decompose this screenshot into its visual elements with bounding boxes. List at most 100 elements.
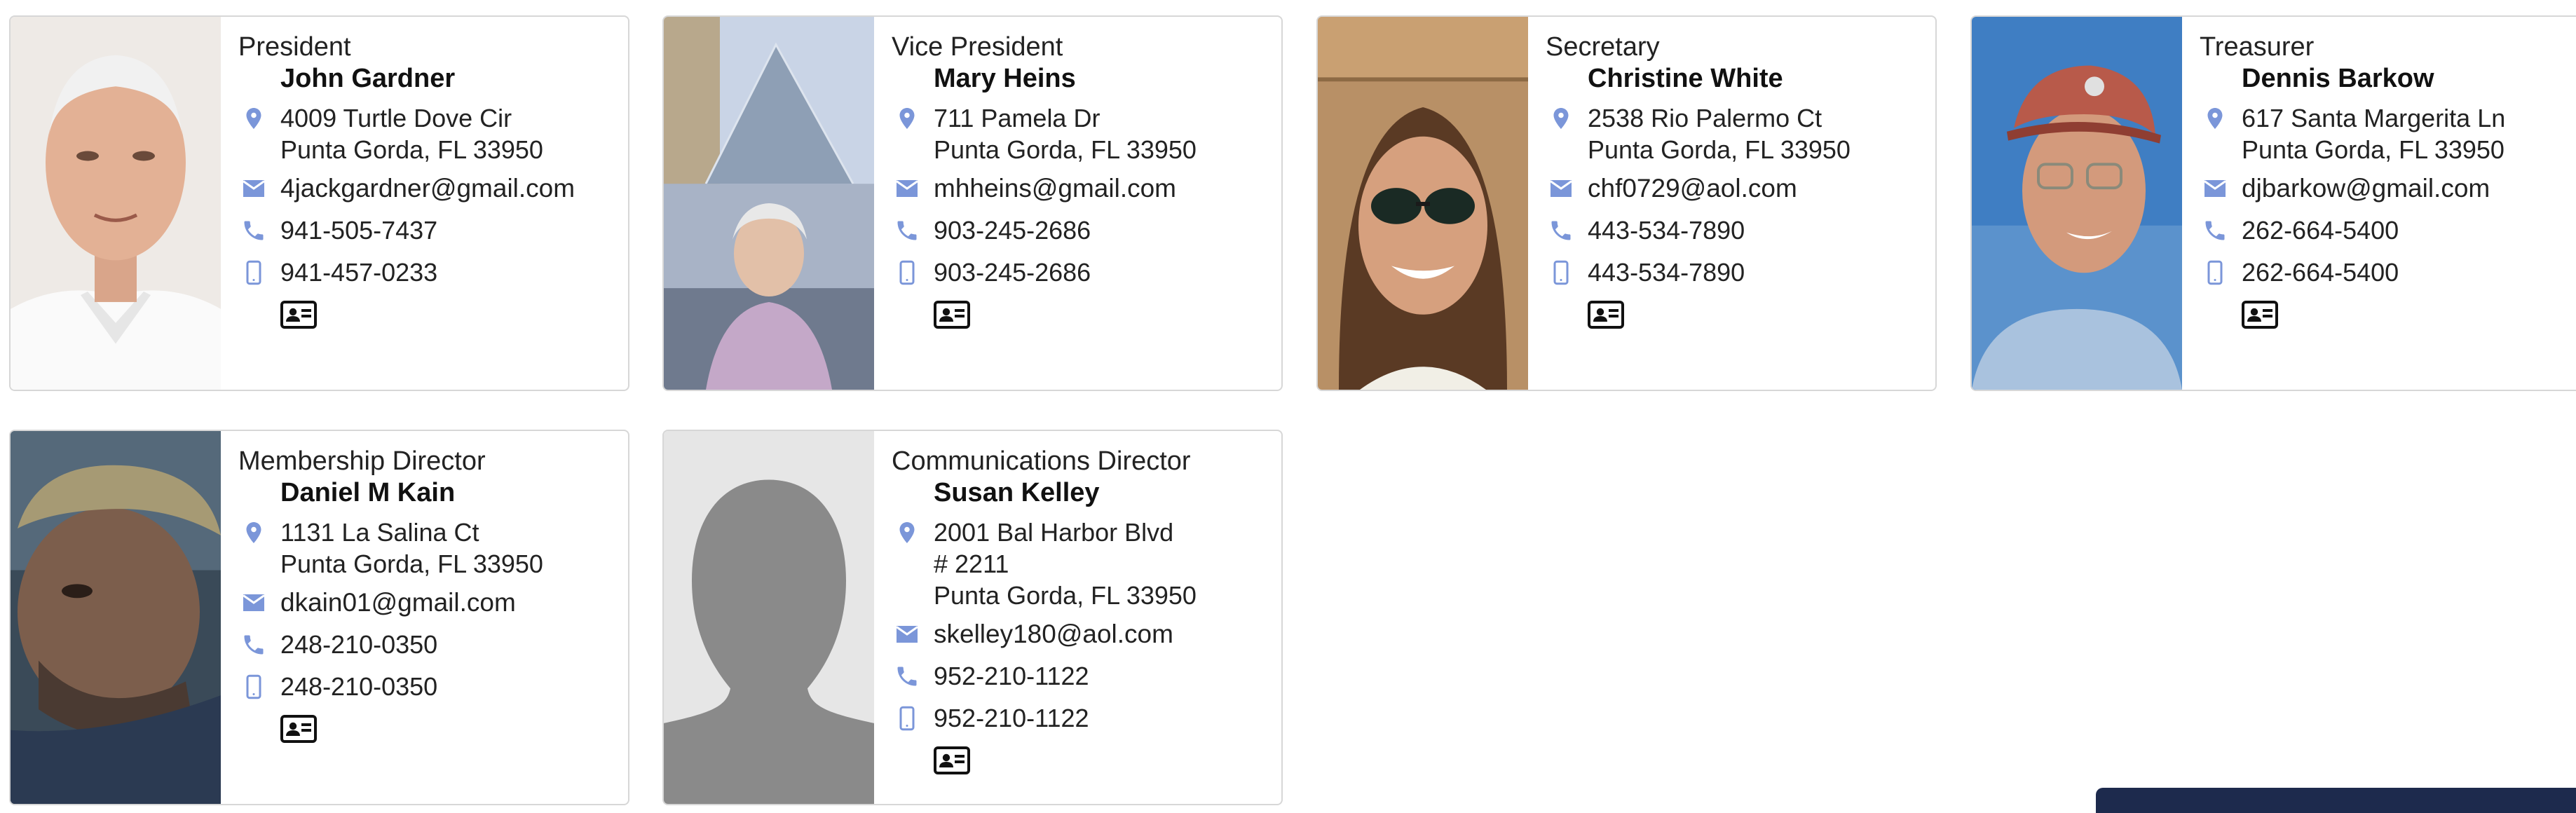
phone-text: 443-534-7890 — [1588, 216, 1745, 245]
chat-widget-bar[interactable] — [2096, 788, 2576, 813]
email-link[interactable]: dkain01@gmail.com — [238, 587, 622, 618]
address-block[interactable]: 617 Santa Margerita Ln Punta Gorda, FL 3… — [2200, 102, 2576, 165]
officer-name: Christine White — [1588, 64, 1783, 93]
address-block[interactable]: 1131 La Salina Ct Punta Gorda, FL 33950 — [238, 517, 622, 580]
officer-role: Treasurer — [2200, 32, 2315, 62]
contact-card-icon[interactable] — [2242, 301, 2278, 329]
officer-photo — [664, 431, 874, 804]
officer-card: Membership Director Daniel M Kain 1131 L… — [9, 430, 629, 805]
map-pin-icon — [894, 520, 920, 545]
phone-text: 941-505-7437 — [280, 216, 438, 245]
phone-icon — [241, 218, 266, 243]
address-line: 2538 Rio Palermo Ct — [1588, 104, 1822, 132]
address-city-line: Punta Gorda, FL 33950 — [934, 135, 1197, 164]
officer-card: Treasurer Dennis Barkow 617 Santa Marger… — [1970, 15, 2576, 391]
contact-card-icon[interactable] — [934, 301, 970, 329]
phone-link[interactable]: 248-210-0350 — [238, 629, 622, 660]
address-city-line: Punta Gorda, FL 33950 — [934, 581, 1197, 610]
officer-info: President John Gardner 4009 Turtle Dove … — [238, 31, 622, 390]
mobile-text: 903-245-2686 — [934, 258, 1091, 287]
address-city-line: Punta Gorda, FL 33950 — [280, 135, 543, 164]
officer-photo — [11, 17, 221, 390]
phone-text: 248-210-0350 — [280, 630, 438, 659]
mobile-phone-icon — [241, 260, 266, 285]
contact-card-icon[interactable] — [280, 715, 317, 743]
officer-photo — [664, 17, 874, 390]
phone-icon — [241, 632, 266, 657]
officer-card: Communications Director Susan Kelley 200… — [662, 430, 1283, 805]
address-city-line: Punta Gorda, FL 33950 — [1588, 135, 1851, 164]
address-unit-line: # 2211 — [934, 549, 1009, 578]
envelope-icon — [241, 590, 266, 615]
officer-info: Membership Director Daniel M Kain 1131 L… — [238, 445, 622, 804]
mobile-phone-icon — [1548, 260, 1574, 285]
contact-card-icon[interactable] — [280, 301, 317, 329]
address-block[interactable]: 4009 Turtle Dove Cir Punta Gorda, FL 339… — [238, 102, 622, 165]
mobile-link[interactable]: 248-210-0350 — [238, 671, 622, 702]
mobile-phone-icon — [2202, 260, 2228, 285]
officer-name: John Gardner — [280, 64, 456, 93]
mobile-text: 952-210-1122 — [934, 704, 1089, 732]
mobile-text: 443-534-7890 — [1588, 258, 1745, 287]
mobile-link[interactable]: 941-457-0233 — [238, 257, 622, 288]
phone-link[interactable]: 443-534-7890 — [1546, 214, 1930, 246]
phone-link[interactable]: 941-505-7437 — [238, 214, 622, 246]
phone-link[interactable]: 903-245-2686 — [892, 214, 1276, 246]
envelope-icon — [894, 176, 920, 201]
map-pin-icon — [1548, 106, 1574, 131]
email-link[interactable]: djbarkow@gmail.com — [2200, 172, 2576, 204]
email-link[interactable]: mhheins@gmail.com — [892, 172, 1276, 204]
officer-role: Secretary — [1546, 32, 1660, 62]
officer-photo — [1318, 17, 1528, 390]
address-line: 2001 Bal Harbor Blvd — [934, 518, 1174, 547]
phone-icon — [2202, 218, 2228, 243]
contact-card-icon[interactable] — [1588, 301, 1624, 329]
envelope-icon — [241, 176, 266, 201]
envelope-icon — [1548, 176, 1574, 201]
officer-info: Secretary Christine White 2538 Rio Paler… — [1546, 31, 1930, 390]
map-pin-icon — [2202, 106, 2228, 131]
officer-role: Communications Director — [892, 446, 1191, 476]
email-text: 4jackgardner@gmail.com — [280, 174, 575, 203]
address-block[interactable]: 711 Pamela Dr Punta Gorda, FL 33950 — [892, 102, 1276, 165]
mobile-phone-icon — [894, 706, 920, 731]
contact-card-icon[interactable] — [934, 746, 970, 774]
phone-text: 903-245-2686 — [934, 216, 1091, 245]
phone-link[interactable]: 952-210-1122 — [892, 660, 1276, 692]
officer-role: Vice President — [892, 32, 1063, 62]
map-pin-icon — [894, 106, 920, 131]
map-pin-icon — [241, 520, 266, 545]
mobile-link[interactable]: 952-210-1122 — [892, 702, 1276, 734]
officer-card: President John Gardner 4009 Turtle Dove … — [9, 15, 629, 391]
mobile-link[interactable]: 443-534-7890 — [1546, 257, 1930, 288]
email-link[interactable]: 4jackgardner@gmail.com — [238, 172, 622, 204]
mobile-link[interactable]: 262-664-5400 — [2200, 257, 2576, 288]
envelope-icon — [894, 622, 920, 647]
address-block[interactable]: 2001 Bal Harbor Blvd # 2211 Punta Gorda,… — [892, 517, 1276, 611]
officer-name: Mary Heins — [934, 64, 1076, 93]
phone-icon — [894, 218, 920, 243]
person-silhouette-icon — [664, 431, 874, 804]
officer-role: Membership Director — [238, 446, 486, 476]
email-link[interactable]: skelley180@aol.com — [892, 618, 1276, 650]
address-line: 1131 La Salina Ct — [280, 518, 479, 547]
address-block[interactable]: 2538 Rio Palermo Ct Punta Gorda, FL 3395… — [1546, 102, 1930, 165]
officer-info: Vice President Mary Heins 711 Pamela Dr … — [892, 31, 1276, 390]
mobile-text: 248-210-0350 — [280, 672, 438, 701]
mobile-link[interactable]: 903-245-2686 — [892, 257, 1276, 288]
officer-card: Secretary Christine White 2538 Rio Paler… — [1316, 15, 1937, 391]
phone-icon — [894, 664, 920, 689]
officer-name: Susan Kelley — [934, 478, 1100, 507]
phone-icon — [1548, 218, 1574, 243]
address-line: 617 Santa Margerita Ln — [2242, 104, 2506, 132]
address-line: 711 Pamela Dr — [934, 104, 1100, 132]
email-text: skelley180@aol.com — [934, 620, 1173, 648]
email-text: mhheins@gmail.com — [934, 174, 1177, 203]
phone-link[interactable]: 262-664-5400 — [2200, 214, 2576, 246]
officer-role: President — [238, 32, 351, 62]
officer-info: Communications Director Susan Kelley 200… — [892, 445, 1276, 804]
officer-name: Daniel M Kain — [280, 478, 456, 507]
mobile-phone-icon — [241, 674, 266, 699]
email-link[interactable]: chf0729@aol.com — [1546, 172, 1930, 204]
address-line: 4009 Turtle Dove Cir — [280, 104, 512, 132]
